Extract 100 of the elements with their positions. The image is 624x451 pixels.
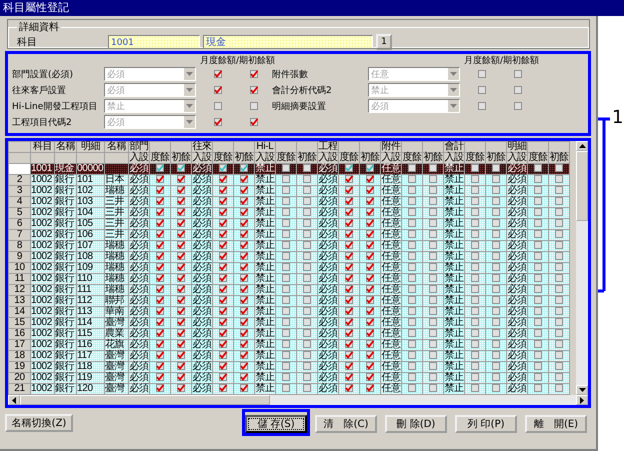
checkbox[interactable] (156, 219, 164, 228)
checkbox[interactable] (471, 384, 479, 392)
checkbox[interactable] (408, 252, 416, 260)
checkbox[interactable] (219, 186, 227, 194)
checkbox[interactable] (478, 70, 486, 78)
checkbox[interactable] (408, 384, 416, 392)
checkbox[interactable] (214, 86, 222, 94)
checkbox[interactable] (240, 230, 248, 238)
checkbox[interactable] (303, 197, 311, 206)
checkbox[interactable] (282, 186, 290, 194)
checkbox[interactable] (429, 219, 437, 228)
checkbox[interactable] (555, 373, 563, 382)
checkbox[interactable] (408, 307, 416, 316)
checkbox[interactable] (429, 318, 437, 326)
checkbox[interactable] (156, 384, 164, 392)
checkbox[interactable] (408, 208, 416, 216)
checkbox[interactable] (345, 296, 353, 304)
checkbox[interactable] (303, 318, 311, 326)
checkbox[interactable] (250, 118, 258, 126)
checkbox[interactable] (408, 351, 416, 360)
checkbox[interactable] (240, 241, 248, 250)
checkbox[interactable] (408, 362, 416, 370)
checkbox[interactable] (240, 318, 248, 326)
checkbox[interactable] (240, 351, 248, 360)
checkbox[interactable] (408, 230, 416, 238)
checkbox[interactable] (366, 351, 374, 360)
checkbox[interactable] (219, 219, 227, 228)
checkbox[interactable] (156, 230, 164, 238)
checkbox[interactable] (282, 351, 290, 360)
checkbox[interactable] (408, 186, 416, 194)
checkbox[interactable] (156, 175, 164, 184)
checkbox[interactable] (555, 340, 563, 348)
checkbox[interactable] (408, 329, 416, 338)
checkbox[interactable] (156, 307, 164, 316)
checkbox[interactable] (156, 373, 164, 382)
checkbox[interactable] (303, 175, 311, 184)
checkbox[interactable] (492, 197, 500, 206)
checkbox[interactable] (492, 329, 500, 338)
checkbox[interactable] (429, 186, 437, 194)
checkbox[interactable] (156, 362, 164, 370)
checkbox[interactable] (366, 219, 374, 228)
checkbox[interactable] (429, 384, 437, 392)
checkbox[interactable] (303, 285, 311, 294)
checkbox[interactable] (555, 208, 563, 216)
checkbox[interactable] (303, 252, 311, 260)
checkbox[interactable] (219, 241, 227, 250)
checkbox[interactable] (366, 329, 374, 338)
checkbox[interactable] (514, 70, 522, 78)
checkbox[interactable] (282, 219, 290, 228)
checkbox[interactable] (345, 252, 353, 260)
checkbox[interactable] (177, 285, 185, 294)
checkbox[interactable] (240, 274, 248, 282)
checkbox[interactable] (492, 307, 500, 316)
checkbox[interactable] (303, 384, 311, 392)
checkbox[interactable] (219, 230, 227, 238)
checkbox[interactable] (240, 296, 248, 304)
checkbox[interactable] (366, 241, 374, 250)
checkbox[interactable] (345, 219, 353, 228)
checkbox[interactable] (282, 285, 290, 294)
checkbox[interactable] (366, 164, 374, 172)
checkbox[interactable] (492, 340, 500, 348)
checkbox[interactable] (345, 274, 353, 282)
checkbox[interactable] (214, 102, 222, 110)
checkbox[interactable] (429, 329, 437, 338)
checkbox[interactable] (471, 164, 479, 172)
checkbox[interactable] (282, 208, 290, 216)
checkbox[interactable] (240, 252, 248, 260)
checkbox[interactable] (534, 230, 542, 238)
checkbox[interactable] (366, 274, 374, 282)
checkbox[interactable] (219, 307, 227, 316)
checkbox[interactable] (240, 164, 248, 172)
checkbox[interactable] (282, 197, 290, 206)
checkbox[interactable] (282, 307, 290, 316)
checkbox[interactable] (492, 285, 500, 294)
checkbox[interactable] (429, 175, 437, 184)
scroll-thumb[interactable] (576, 151, 588, 221)
checkbox[interactable] (240, 175, 248, 184)
checkbox[interactable] (219, 175, 227, 184)
checkbox[interactable] (156, 318, 164, 326)
checkbox[interactable] (555, 329, 563, 338)
checkbox[interactable] (303, 296, 311, 304)
checkbox[interactable] (534, 351, 542, 360)
checkbox[interactable] (303, 219, 311, 228)
checkbox[interactable] (366, 384, 374, 392)
checkbox[interactable] (555, 164, 563, 172)
checkbox[interactable] (282, 296, 290, 304)
checkbox[interactable] (177, 362, 185, 370)
checkbox[interactable] (555, 362, 563, 370)
checkbox[interactable] (345, 285, 353, 294)
checkbox[interactable] (471, 241, 479, 250)
checkbox[interactable] (534, 318, 542, 326)
checkbox[interactable] (282, 263, 290, 272)
checkbox[interactable] (471, 252, 479, 260)
checkbox[interactable] (345, 384, 353, 392)
checkbox[interactable] (345, 351, 353, 360)
checkbox[interactable] (555, 175, 563, 184)
scroll-left-button[interactable] (8, 395, 20, 405)
checkbox[interactable] (219, 340, 227, 348)
checkbox[interactable] (219, 164, 227, 172)
checkbox[interactable] (156, 241, 164, 250)
